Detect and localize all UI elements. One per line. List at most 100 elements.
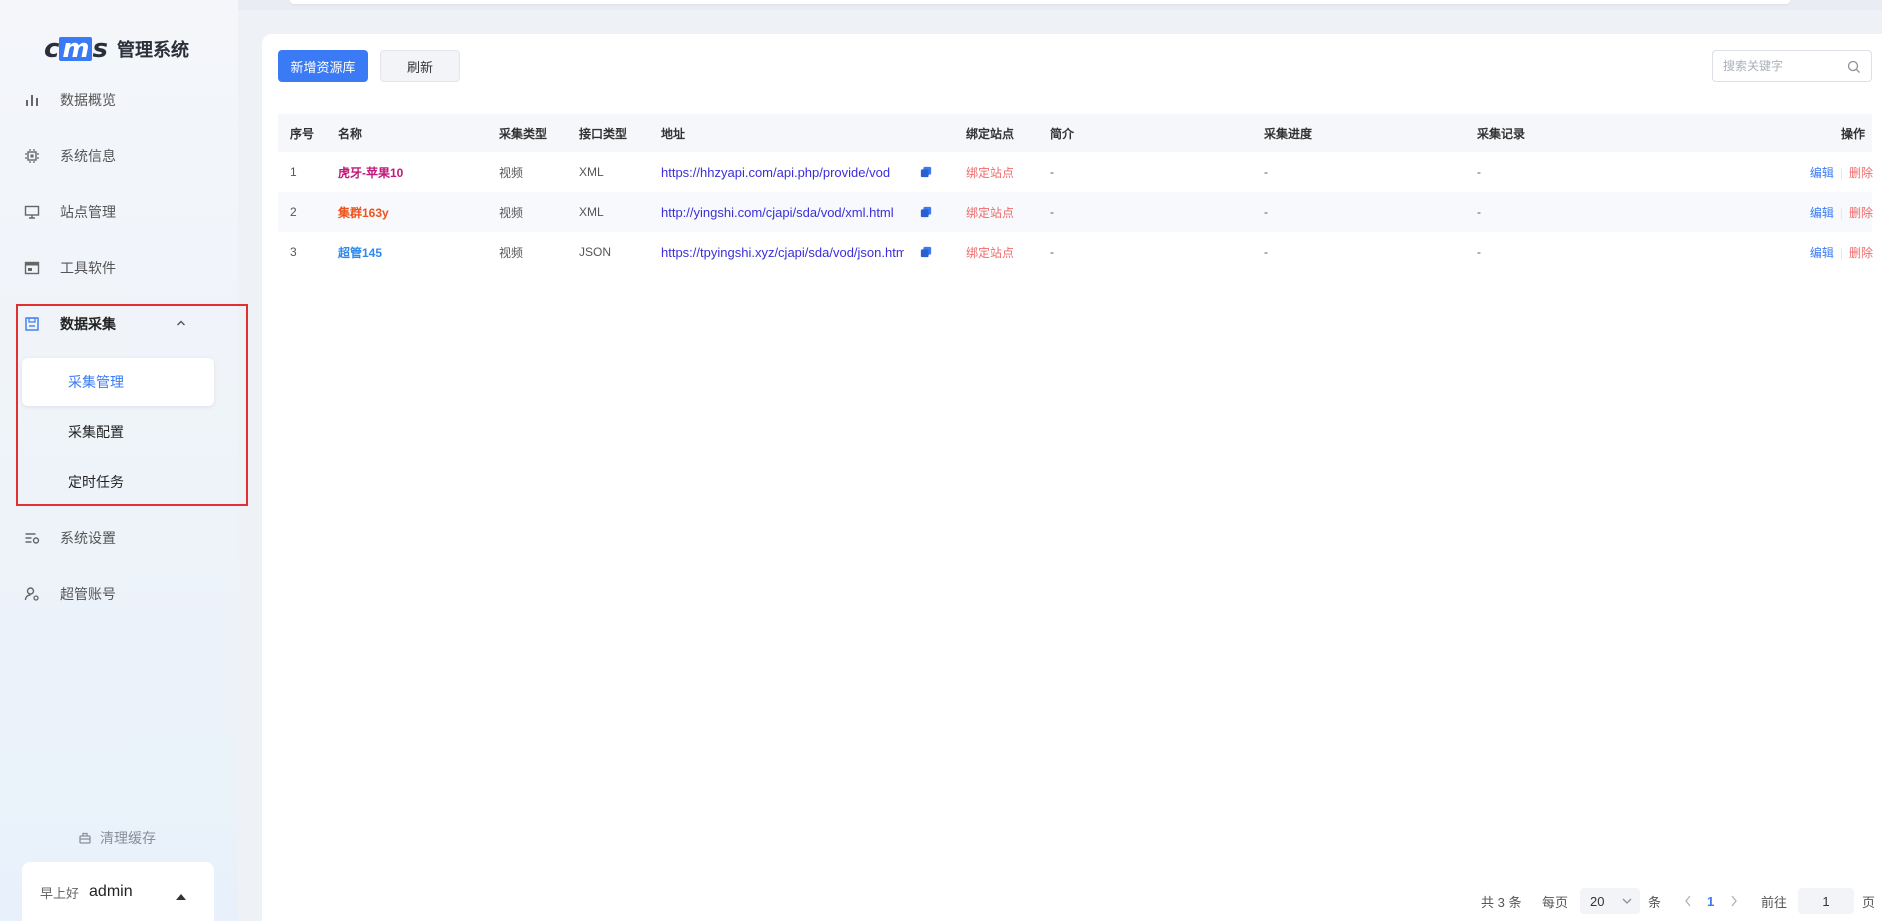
sidebar-item-super-admin[interactable]: 超管账号 xyxy=(24,574,214,614)
user-menu[interactable]: 早上好 admin xyxy=(22,862,214,921)
page-size-select[interactable]: 20 xyxy=(1580,888,1640,914)
column-header: 采集进度 xyxy=(1264,126,1313,141)
intro-value: - xyxy=(1050,165,1054,179)
resource-url: https://hhzyapi.com/api.php/provide/vod xyxy=(661,164,891,180)
delete-button[interactable]: 删除 xyxy=(1849,246,1873,260)
sidebar-item-label: 系统信息 xyxy=(60,148,116,164)
search-input[interactable] xyxy=(1723,59,1841,73)
subnav-item-collection-config[interactable]: 采集配置 xyxy=(22,408,214,456)
edit-button[interactable]: 编辑 xyxy=(1810,246,1834,260)
monitor-icon xyxy=(24,204,40,220)
clear-cache-button[interactable]: 清理缓存 xyxy=(78,828,156,848)
edit-button[interactable]: 编辑 xyxy=(1810,166,1834,180)
page-unit: 页 xyxy=(1862,894,1876,910)
username: admin xyxy=(89,883,133,900)
search-box xyxy=(1712,50,1872,82)
bind-site-link[interactable]: 绑定站点 xyxy=(966,244,1046,261)
copy-icon[interactable] xyxy=(920,206,936,220)
bind-site-link[interactable]: 绑定站点 xyxy=(966,204,1046,221)
subnav-item-label: 定时任务 xyxy=(68,474,124,490)
bind-site-link[interactable]: 绑定站点 xyxy=(966,164,1046,181)
save-icon xyxy=(24,316,40,332)
sidebar-item-label: 超管账号 xyxy=(60,586,116,602)
sidebar-item-label: 数据概览 xyxy=(60,92,116,108)
settings-sliders-icon xyxy=(24,530,40,546)
resource-name: 超管145 xyxy=(338,245,383,260)
edit-button[interactable]: 编辑 xyxy=(1810,206,1834,220)
action-separator: | xyxy=(1839,245,1843,260)
prev-page-icon[interactable] xyxy=(1684,886,1692,916)
table-row: 2 集群163y 视频 XML http://yingshi.com/cjapi… xyxy=(278,192,1873,232)
chevron-down-icon xyxy=(1622,898,1632,904)
row-index: 1 xyxy=(290,165,297,179)
next-page-icon[interactable] xyxy=(1730,886,1738,916)
sidebar-item-label: 工具软件 xyxy=(60,260,116,276)
progress-value: - xyxy=(1264,205,1268,219)
top-scroll-bar xyxy=(290,0,1790,4)
api-type: XML xyxy=(579,205,604,219)
sidebar-item-data-collection[interactable]: 数据采集 xyxy=(24,304,214,344)
main-panel: 新增资源库 刷新 序号 名称 采集类型 接口类型 地址 绑定站点 简介 采集进度… xyxy=(262,34,1882,921)
subnav-item-label: 采集配置 xyxy=(68,424,124,440)
sidebar-item-site-management[interactable]: 站点管理 xyxy=(24,192,214,232)
delete-button[interactable]: 删除 xyxy=(1849,206,1873,220)
top-strip xyxy=(0,0,1882,10)
sidebar-item-overview[interactable]: 数据概览 xyxy=(24,80,214,120)
sidebar: cms 管理系统 数据概览 系统信息 站点管理 工具软件 数据采集 采集管理 采… xyxy=(0,0,238,921)
column-header: 地址 xyxy=(661,126,686,141)
sidebar-item-tools[interactable]: 工具软件 xyxy=(24,248,214,288)
column-header: 操作 xyxy=(1840,126,1865,141)
row-index: 3 xyxy=(290,245,297,259)
subnav-item-scheduled-tasks[interactable]: 定时任务 xyxy=(22,458,214,506)
pagination: 共 3 条 每页 20 条 1 前往 1 页 xyxy=(262,886,1882,916)
copy-icon[interactable] xyxy=(920,246,936,260)
column-header: 采集记录 xyxy=(1477,126,1526,141)
subnav-item-label: 采集管理 xyxy=(68,374,124,390)
brand-logo: cms 管理系统 xyxy=(44,34,189,64)
column-header: 采集类型 xyxy=(499,126,548,141)
action-separator: | xyxy=(1839,205,1843,220)
copy-icon[interactable] xyxy=(920,166,936,180)
row-actions: 编辑 | 删除 xyxy=(1793,164,1873,181)
refresh-button[interactable]: 刷新 xyxy=(380,50,460,82)
cms-logo-icon: cms xyxy=(44,34,108,64)
collection-type: 视频 xyxy=(499,245,524,260)
record-value: - xyxy=(1477,245,1481,259)
column-header: 简介 xyxy=(1050,126,1075,141)
resource-url: http://yingshi.com/cjapi/sda/vod/xml.htm… xyxy=(661,204,894,220)
broom-icon xyxy=(79,832,91,844)
sidebar-item-system-settings[interactable]: 系统设置 xyxy=(24,518,214,558)
progress-value: - xyxy=(1264,245,1268,259)
goto-label: 前往 xyxy=(1761,894,1788,910)
chevron-up-icon xyxy=(177,320,185,326)
clear-cache-label: 清理缓存 xyxy=(100,830,156,846)
api-type: XML xyxy=(579,165,604,179)
table-row: 1 虎牙-苹果10 视频 XML https://hhzyapi.com/api… xyxy=(278,152,1873,192)
add-resource-button[interactable]: 新增资源库 xyxy=(278,50,368,82)
column-header: 序号 xyxy=(290,126,315,141)
page-size-value: 20 xyxy=(1590,893,1605,909)
record-value: - xyxy=(1477,205,1481,219)
intro-value: - xyxy=(1050,205,1054,219)
row-actions: 编辑 | 删除 xyxy=(1793,204,1873,221)
intro-value: - xyxy=(1050,245,1054,259)
collection-type: 视频 xyxy=(499,165,524,180)
subnav-item-collection-management[interactable]: 采集管理 xyxy=(22,358,214,406)
search-icon[interactable] xyxy=(1847,60,1861,74)
brand-title: 管理系统 xyxy=(117,40,189,60)
record-value: - xyxy=(1477,165,1481,179)
caret-up-icon xyxy=(176,894,186,900)
chip-icon xyxy=(24,148,40,164)
greeting-text: 早上好 xyxy=(40,885,80,901)
bar-chart-icon xyxy=(24,92,40,108)
column-header: 接口类型 xyxy=(579,126,628,141)
sidebar-item-system-info[interactable]: 系统信息 xyxy=(24,136,214,176)
resource-url: https://tpyingshi.xyz/cjapi/sda/vod/json… xyxy=(661,244,904,260)
column-header: 名称 xyxy=(338,126,363,141)
row-index: 2 xyxy=(290,205,297,219)
resource-name: 集群163y xyxy=(338,205,389,220)
delete-button[interactable]: 删除 xyxy=(1849,166,1873,180)
page-number-current[interactable]: 1 xyxy=(1707,886,1714,916)
goto-page-input[interactable]: 1 xyxy=(1798,888,1854,914)
api-type: JSON xyxy=(579,245,612,259)
